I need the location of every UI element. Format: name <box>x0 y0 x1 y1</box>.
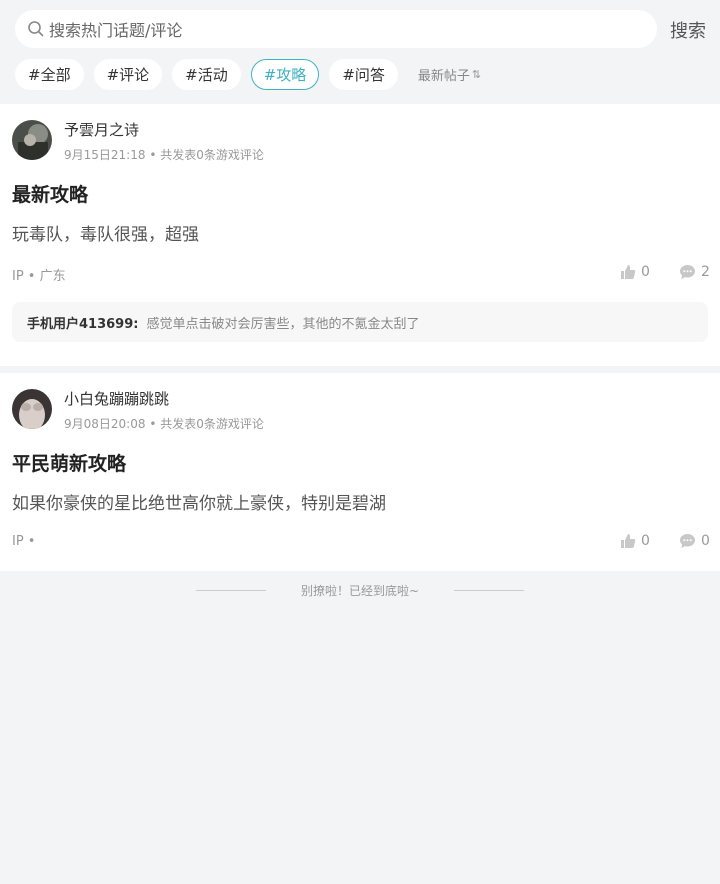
search-placeholder: 搜索热门话题/评论 <box>49 21 183 40</box>
review-count: 共发表0条游戏评论 <box>160 417 264 431</box>
post-card[interactable]: 予雲月之诗 9月15日21:18 • 共发表0条游戏评论 最新攻略 玩毒队，毒队… <box>0 104 720 366</box>
like-count: 0 <box>641 533 650 549</box>
end-of-list-footer: 别撩啦！已经到底啦~ <box>0 578 720 602</box>
author-name[interactable]: 予雲月之诗 <box>64 119 139 140</box>
comment-button[interactable]: 0 <box>679 533 710 549</box>
post-card[interactable]: 小白兔蹦蹦跳跳 9月08日20:08 • 共发表0条游戏评论 平民萌新攻略 如果… <box>0 373 720 571</box>
search-icon <box>27 20 45 38</box>
comment-icon <box>680 534 695 548</box>
like-count: 0 <box>641 264 650 280</box>
thumbs-up-icon <box>621 534 636 548</box>
tag-review[interactable]: #评论 <box>93 59 163 90</box>
top-bar: 搜索热门话题/评论 搜索 #全部 #评论 #活动 #攻略 #问答 最新帖子 ⇅ <box>0 0 720 104</box>
author-name[interactable]: 小白兔蹦蹦跳跳 <box>64 388 169 409</box>
post-content[interactable]: 如果你豪侠的星比绝世高你就上豪侠，特别是碧湖 <box>12 489 386 514</box>
post-title[interactable]: 平民萌新攻略 <box>12 449 126 476</box>
comment-count: 0 <box>701 533 710 549</box>
sort-label: 最新帖子 <box>417 69 470 84</box>
meta-separator: • <box>149 417 161 431</box>
comment-button[interactable]: 2 <box>679 264 710 280</box>
divider <box>454 589 525 591</box>
tag-qa[interactable]: #问答 <box>329 59 398 90</box>
search-input[interactable]: 搜索热门话题/评论 <box>15 10 657 48</box>
post-meta: 9月15日21:18 • 共发表0条游戏评论 <box>64 146 264 163</box>
tag-guide[interactable]: #攻略 <box>250 59 320 90</box>
reply-username: 手机用户413699: <box>27 316 139 332</box>
tag-activity[interactable]: #活动 <box>172 59 241 90</box>
like-button[interactable]: 0 <box>620 533 650 549</box>
divider <box>195 589 266 591</box>
ip-location: IP • 广东 <box>12 269 66 284</box>
like-button[interactable]: 0 <box>620 264 650 280</box>
sort-dropdown[interactable]: 最新帖子 ⇅ <box>418 65 481 84</box>
meta-separator: • <box>149 148 161 162</box>
post-meta: 9月08日20:08 • 共发表0条游戏评论 <box>64 415 264 432</box>
review-count: 共发表0条游戏评论 <box>160 148 264 162</box>
end-of-list-text: 别撩啦！已经到底啦~ <box>300 583 420 598</box>
comment-count: 2 <box>701 264 710 280</box>
post-date: 9月15日21:18 <box>64 148 146 162</box>
tag-all[interactable]: #全部 <box>15 59 84 90</box>
reply-text: 感觉单点击破对会厉害些，其他的不氪金太刮了 <box>146 316 420 332</box>
sort-arrows-icon: ⇅ <box>471 68 482 81</box>
tag-filter-bar: #全部 #评论 #活动 #攻略 #问答 最新帖子 ⇅ <box>15 59 481 90</box>
post-content[interactable]: 玩毒队，毒队很强，超强 <box>12 220 199 245</box>
reply-preview[interactable]: 手机用户413699: 感觉单点击破对会厉害些，其他的不氪金太刮了 <box>12 302 708 342</box>
avatar[interactable] <box>12 120 52 160</box>
thumbs-up-icon <box>621 265 636 279</box>
ip-location: IP • <box>12 534 36 549</box>
comment-icon <box>680 265 695 279</box>
post-title[interactable]: 最新攻略 <box>12 180 88 207</box>
search-button[interactable]: 搜索 <box>670 17 706 43</box>
avatar[interactable] <box>12 389 52 429</box>
post-date: 9月08日20:08 <box>64 417 146 431</box>
